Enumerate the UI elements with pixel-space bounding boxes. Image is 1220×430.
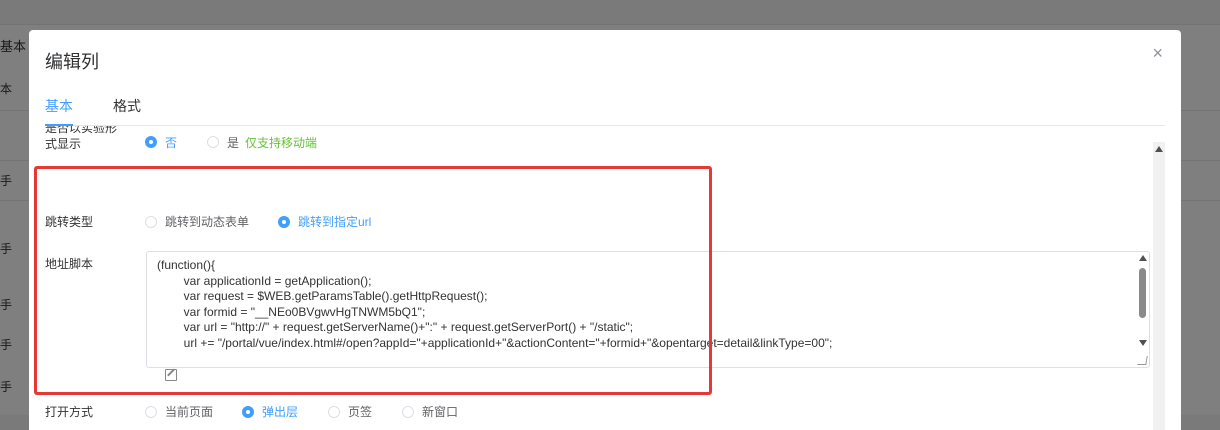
radio-yes[interactable]: 是 仅支持移动端 [207,136,317,150]
radio-dot [145,215,157,228]
scroll-thumb[interactable] [1139,268,1146,318]
address-script-textarea[interactable]: (function(){ var applicationId = getAppl… [146,251,1150,368]
close-icon[interactable]: × [1152,44,1163,62]
dialog-tabs: 基本 格式 [45,96,1165,126]
radio-dot [242,405,254,418]
mobile-only-hint: 仅支持移动端 [245,135,318,150]
radio-dot [207,136,219,148]
dialog-scrollbar[interactable] [1153,142,1165,430]
radio-no[interactable]: 否 [145,136,177,150]
radio-dot [328,405,340,418]
radio-dot [402,405,414,418]
address-script-code: (function(){ var applicationId = getAppl… [157,258,833,350]
radio-open-new-window[interactable]: 新窗口 [402,403,458,420]
dialog-form: 是否以实验形 式显示 否 是 仅支持移动端 跳转类型 跳转到动态表单 跳转到指定… [29,126,1159,430]
radio-dot [145,405,157,418]
radio-open-popup[interactable]: 弹出层 [242,403,298,420]
scroll-up-icon[interactable] [1155,146,1163,152]
experiment-mode-label: 是否以实验形 式显示 [45,126,118,151]
address-script-label: 地址脚本 [45,257,94,271]
dialog-title: 编辑列 [45,52,99,72]
radio-dot [278,215,290,228]
textarea-scrollbar[interactable] [1137,252,1149,367]
radio-jump-url[interactable]: 跳转到指定url [278,213,371,230]
edit-icon[interactable] [165,369,177,381]
radio-open-tab[interactable]: 页签 [328,403,372,420]
scroll-up-icon[interactable] [1139,255,1147,261]
resize-handle-icon[interactable] [1137,356,1148,365]
radio-open-current-page[interactable]: 当前页面 [145,403,213,420]
jump-type-label: 跳转类型 [45,215,94,229]
open-mode-label: 打开方式 [45,405,94,419]
tab-format[interactable]: 格式 [113,96,141,116]
radio-jump-dynamic-form[interactable]: 跳转到动态表单 [145,213,249,230]
tab-basic[interactable]: 基本 [45,96,73,116]
radio-dot [145,136,157,148]
scroll-down-icon[interactable] [1139,340,1147,346]
edit-column-dialog: 编辑列 × 基本 格式 是否以实验形 式显示 否 是 仅支持移动端 跳转类型 跳… [29,30,1181,430]
